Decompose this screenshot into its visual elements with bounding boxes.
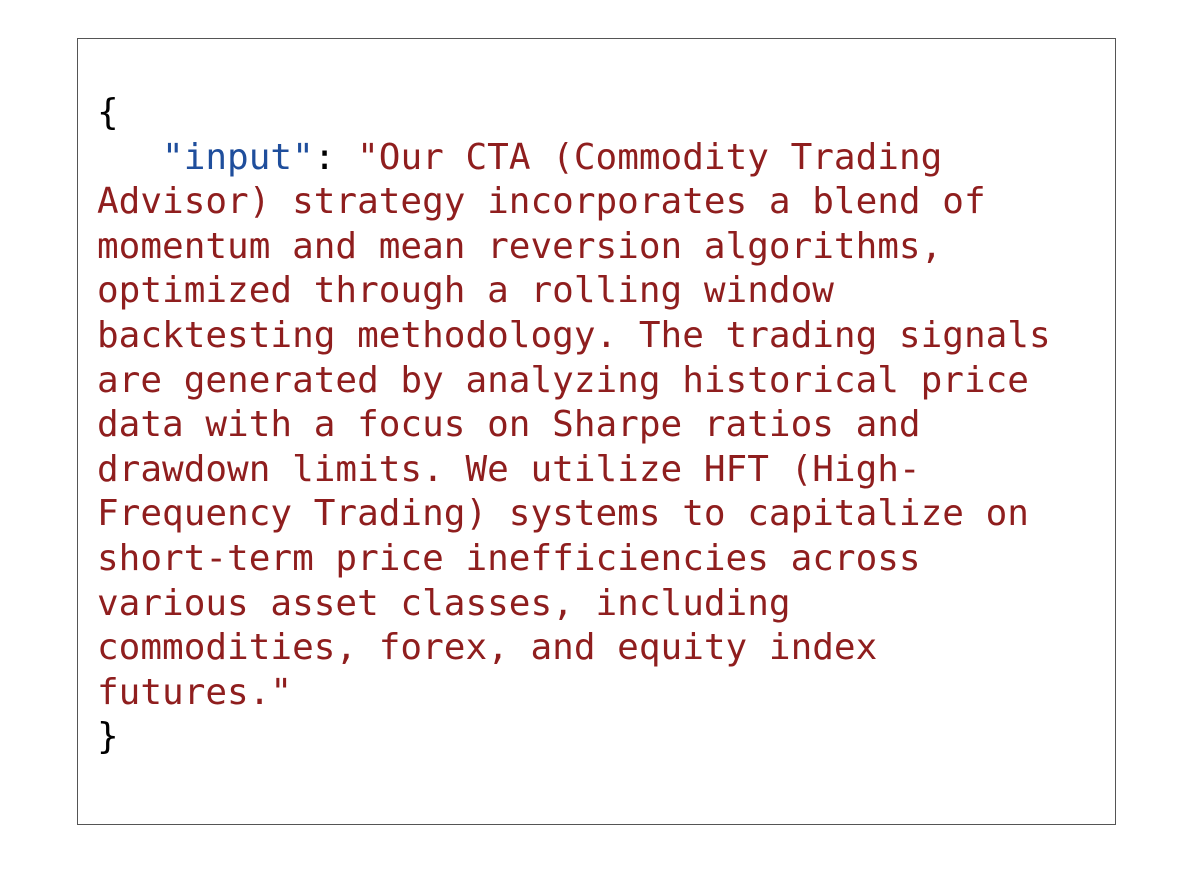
string-line-10: short-term price inefficiencies across	[97, 537, 921, 579]
json-colon: :	[313, 136, 358, 178]
string-line-9: Frequency Trading) systems to capitalize…	[97, 493, 1029, 535]
code-panel: { "input": "Our CTA (Commodity Trading A…	[77, 38, 1116, 825]
open-brace: {	[97, 92, 119, 133]
string-line-3: momentum and mean reversion algorithms,	[97, 225, 943, 267]
string-line-4: optimized through a rolling window	[97, 270, 834, 312]
string-line-6: are generated by analyzing historical pr…	[97, 359, 1029, 401]
json-code-block: { "input": "Our CTA (Commodity Trading A…	[97, 91, 1051, 760]
json-key: "input"	[162, 136, 314, 178]
string-line-7: data with a focus on Sharpe ratios and	[97, 404, 921, 446]
close-brace: }	[97, 716, 119, 758]
string-line-5: backtesting methodology. The trading sig…	[97, 314, 1051, 356]
string-line-8: drawdown limits. We utilize HFT (High-	[97, 448, 921, 490]
string-line-12: commodities, forex, and equity index	[97, 627, 878, 669]
string-line-11: various asset classes, including	[97, 582, 791, 624]
string-line-13: futures."	[97, 671, 293, 713]
string-line-2: Advisor) strategy incorporates a blend o…	[97, 181, 986, 223]
string-line-1: "Our CTA (Commodity Trading	[357, 136, 943, 178]
